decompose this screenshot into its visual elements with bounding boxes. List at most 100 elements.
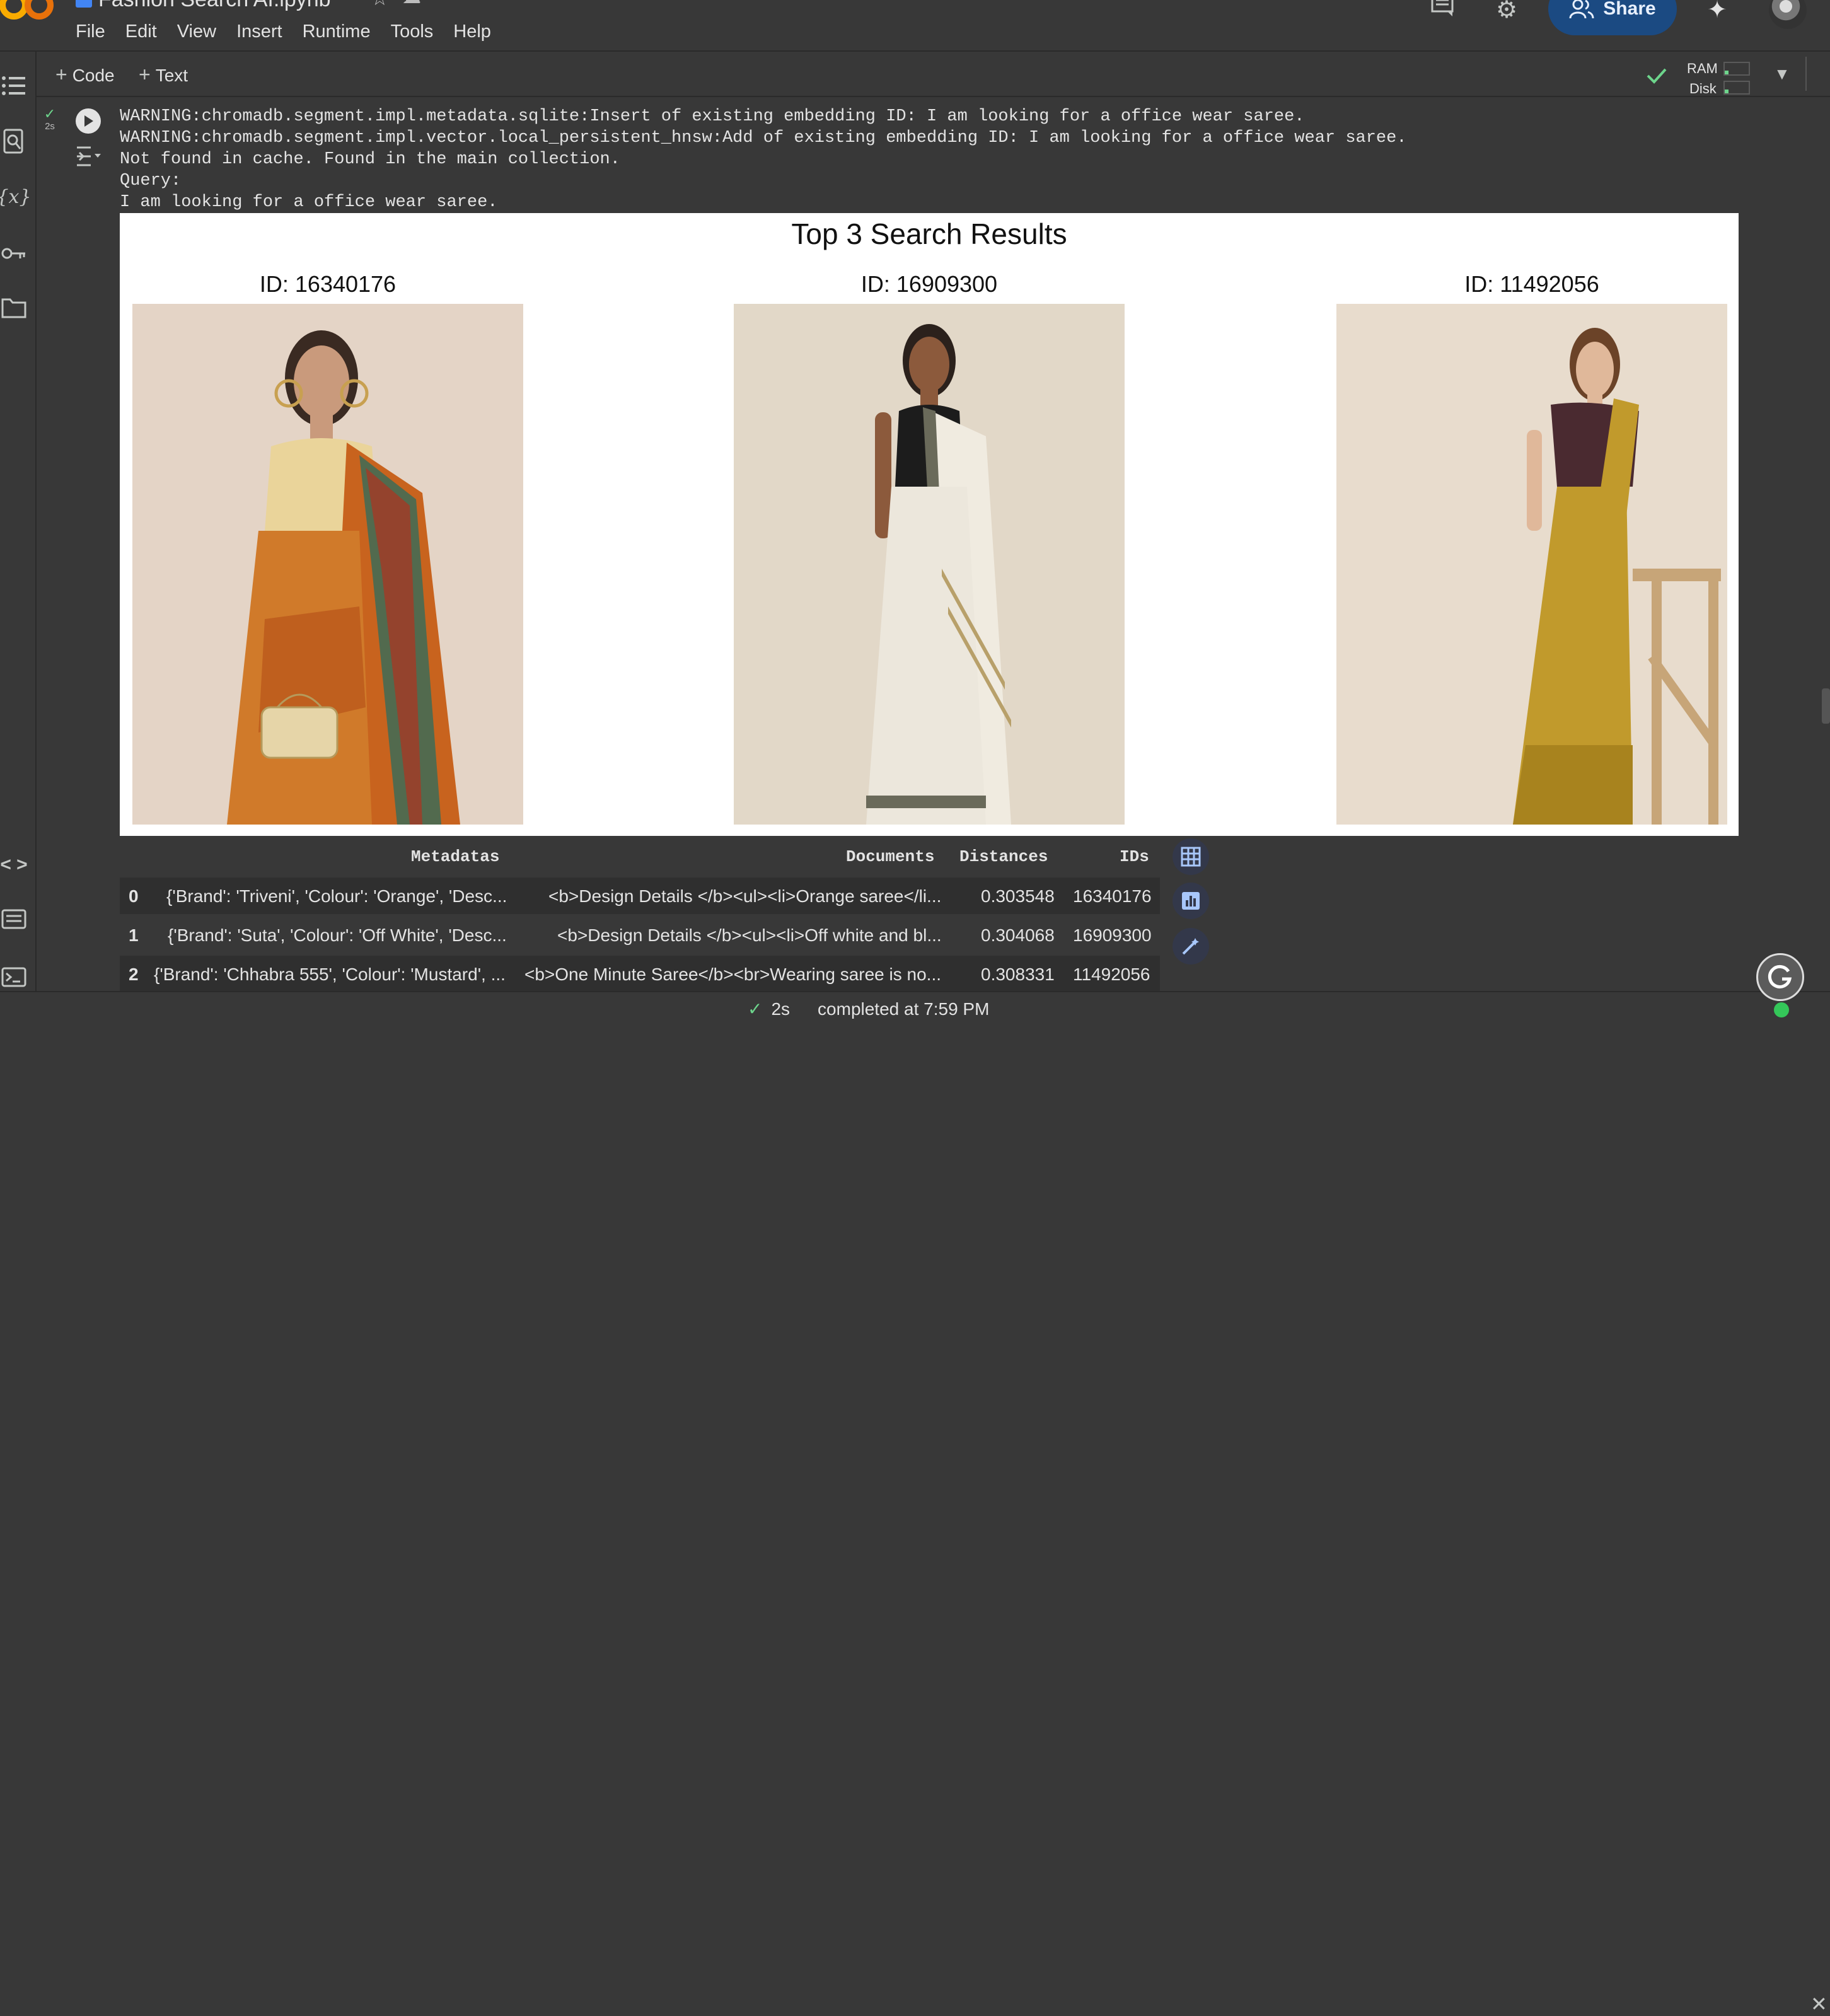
status-indicator-dot	[1774, 1002, 1789, 1017]
cell-distances: 0.304068	[981, 925, 1055, 945]
row-index: 2	[129, 965, 139, 984]
cell-ids: 16340176	[1073, 886, 1152, 906]
terminal-icon[interactable]	[0, 963, 28, 991]
output-line: I am looking for a office wear saree.	[120, 193, 498, 212]
column-header-documents: Documents	[846, 847, 935, 866]
find-replace-icon[interactable]	[0, 127, 28, 155]
output-actions-icon[interactable]	[74, 145, 102, 168]
menu-edit[interactable]: Edit	[116, 19, 166, 45]
menu-insert[interactable]: Insert	[227, 19, 292, 45]
status-exec-time: 2s	[771, 999, 790, 1019]
column-header-metadatas: Metadatas	[411, 847, 500, 866]
cell-documents: <b>Design Details </b><ul><li>Orange sar…	[548, 886, 942, 906]
status-completed-text: completed at 7:59 PM	[818, 999, 990, 1019]
scrollbar-thumb[interactable]	[1822, 688, 1830, 724]
result-image-orange-saree	[132, 304, 523, 825]
play-icon	[84, 115, 93, 127]
notebook-title[interactable]: Fashion Search AI.ipynb	[76, 0, 331, 12]
table-header: Metadatas Documents Distances IDs	[120, 838, 1160, 875]
table-of-contents-icon[interactable]	[0, 72, 28, 100]
add-text-label: Text	[155, 66, 188, 85]
cell-ids: 11492056	[1073, 965, 1150, 984]
check-icon: ✓	[748, 999, 763, 1019]
table-row: 1 {'Brand': 'Suta', 'Colour': 'Off White…	[120, 917, 1160, 953]
colab-logo[interactable]	[0, 0, 57, 25]
cell-metadatas: {'Brand': 'Chhabra 555', 'Colour': 'Must…	[154, 965, 506, 984]
plus-icon: +	[139, 63, 151, 86]
menu-runtime[interactable]: Runtime	[293, 19, 380, 45]
ram-meter-fill	[1725, 71, 1729, 74]
variables-icon[interactable]: {x}	[0, 183, 32, 211]
notebook-title-text[interactable]: Fashion Search AI.ipynb	[98, 0, 331, 11]
code-snippets-icon[interactable]: < >	[0, 851, 28, 879]
table-icon	[1181, 847, 1201, 867]
output-line: Query:	[120, 171, 182, 190]
cell-toolbar: +Code +Text RAM Disk ▼ ⌃	[37, 52, 1830, 97]
output-line: WARNING:chromadb.segment.impl.vector.loc…	[120, 129, 1407, 148]
connected-check-icon[interactable]	[1645, 64, 1668, 87]
left-rail: {x} < >	[0, 52, 37, 991]
menu-view[interactable]: View	[168, 19, 226, 45]
plus-icon: +	[55, 63, 67, 86]
command-palette-icon[interactable]	[0, 905, 28, 933]
row-index: 1	[129, 925, 139, 945]
figure-title: Top 3 Search Results	[791, 217, 1067, 250]
check-icon: ✓	[43, 106, 56, 122]
files-folder-icon[interactable]	[0, 294, 28, 322]
bar-chart-icon	[1182, 892, 1200, 910]
output-line: Not found in cache. Found in the main co…	[120, 150, 620, 169]
table-row: 2 {'Brand': 'Chhabra 555', 'Colour': 'Mu…	[120, 956, 1160, 992]
row-index: 0	[129, 886, 139, 906]
ram-label[interactable]: RAM	[1687, 61, 1718, 77]
result-image-mustard-saree	[1336, 304, 1727, 825]
result-id-label: ID: 16340176	[259, 271, 397, 297]
execution-status[interactable]: ✓ 2s completed at 7:59 PM	[748, 999, 989, 1019]
output-line: WARNING:chromadb.segment.impl.metadata.s…	[120, 107, 1305, 126]
generate-code-button[interactable]	[1173, 928, 1209, 965]
menu-help[interactable]: Help	[444, 19, 501, 45]
status-bar: ✓ 2s completed at 7:59 PM ✕	[0, 991, 1830, 2015]
ram-meter[interactable]	[1723, 62, 1750, 76]
cell-exec-time: 2s	[45, 121, 55, 132]
cell-documents: <b>One Minute Saree</b><br>Wearing saree…	[524, 965, 942, 984]
suggest-charts-button[interactable]	[1173, 883, 1209, 919]
disk-meter-fill	[1725, 90, 1729, 93]
grammarly-icon[interactable]	[1756, 953, 1804, 1001]
share-button[interactable]: Share	[1548, 0, 1677, 35]
cell-metadatas: {'Brand': 'Triveni', 'Colour': 'Orange',…	[166, 886, 507, 906]
convert-to-table-button[interactable]	[1173, 838, 1209, 875]
cell-documents: <b>Design Details </b><ul><li>Off white …	[557, 925, 942, 945]
column-header-distances: Distances	[959, 847, 1048, 866]
result-image-off-white-saree	[734, 304, 1125, 825]
cell-exec-status: ✓ 2s	[39, 107, 61, 132]
magic-wand-icon	[1182, 938, 1199, 955]
disk-meter[interactable]	[1723, 81, 1750, 95]
add-code-button[interactable]: + Code	[55, 63, 115, 86]
top-bar: Fashion Search AI.ipynb ☆ ☁ File Edit Vi…	[0, 0, 1830, 52]
people-icon	[1569, 0, 1594, 19]
run-cell-button[interactable]	[76, 108, 101, 134]
settings-gear-icon[interactable]: ⚙	[1490, 0, 1523, 26]
chevron-down-icon[interactable]: ▼	[1774, 64, 1790, 84]
cloud-icon[interactable]: ☁	[402, 0, 421, 8]
gemini-sparkle-icon[interactable]: ✦	[1701, 0, 1734, 26]
close-icon[interactable]: ✕	[1810, 1992, 1827, 2016]
menu-bar: File Edit View Insert Runtime Tools Help	[67, 19, 502, 45]
column-header-ids: IDs	[1120, 847, 1149, 866]
cell-metadatas: {'Brand': 'Suta', 'Colour': 'Off White',…	[168, 925, 507, 945]
result-id-label: ID: 11492056	[1464, 271, 1599, 297]
add-text-button[interactable]: + Text	[139, 63, 188, 86]
menu-file[interactable]: File	[67, 19, 115, 45]
cell-distances: 0.308331	[981, 965, 1055, 984]
comments-icon[interactable]	[1426, 0, 1459, 26]
result-id-label: ID: 16909300	[860, 271, 998, 297]
cell-distances: 0.303548	[981, 886, 1055, 906]
star-icon[interactable]: ☆	[371, 0, 389, 10]
cell-ids: 16909300	[1073, 925, 1152, 945]
avatar[interactable]	[1769, 0, 1807, 29]
drive-icon	[76, 0, 92, 8]
disk-label[interactable]: Disk	[1689, 81, 1717, 97]
secrets-key-icon[interactable]	[0, 240, 28, 267]
menu-tools[interactable]: Tools	[381, 19, 443, 45]
share-label: Share	[1603, 0, 1656, 19]
